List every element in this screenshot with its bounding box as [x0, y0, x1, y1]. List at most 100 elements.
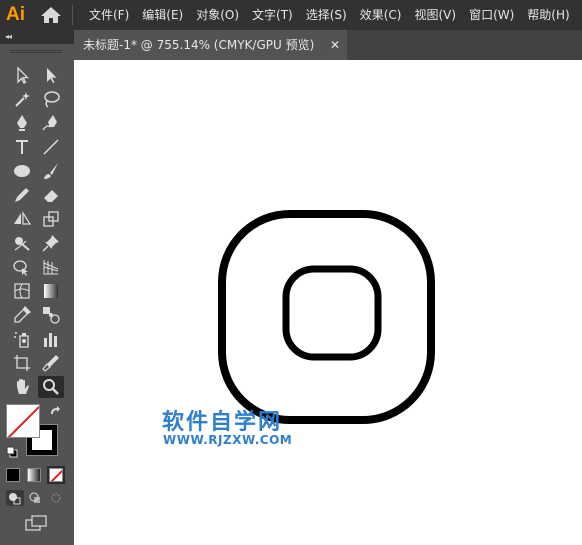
- menu-view[interactable]: 视图(V): [414, 0, 456, 30]
- draw-inside-icon: [51, 493, 61, 503]
- shaper-pencil-icon: [15, 188, 29, 202]
- tab-bar: 未标题-1* @ 755.14% (CMYK/GPU 预览) ✕: [74, 30, 582, 60]
- curvature-pen-icon: [42, 115, 57, 131]
- draw-normal-button[interactable]: [6, 490, 24, 506]
- artboard-icon: [14, 355, 30, 371]
- artwork: [218, 210, 435, 424]
- perspective-grid-tool[interactable]: [38, 256, 64, 278]
- mesh-icon: [14, 283, 30, 299]
- menu-window[interactable]: 窗口(W): [469, 0, 514, 30]
- direct-selection-tool[interactable]: [38, 64, 64, 86]
- selection-tool[interactable]: [9, 64, 35, 86]
- default-fill-stroke-icon[interactable]: [6, 446, 18, 458]
- slice-knife-icon: [42, 355, 59, 372]
- gradient-icon: [44, 284, 58, 298]
- hand-tool[interactable]: [9, 376, 35, 398]
- gradient-mode-button[interactable]: [27, 468, 41, 482]
- mesh-tool[interactable]: [9, 280, 35, 302]
- color-mode-button[interactable]: [6, 468, 20, 482]
- menu-select[interactable]: 选择(S): [306, 0, 347, 30]
- home-icon[interactable]: [40, 6, 62, 24]
- gradient-tool[interactable]: [38, 280, 64, 302]
- zoom-tool[interactable]: [38, 376, 64, 398]
- paintbrush-tool[interactable]: [38, 160, 64, 182]
- document-tab[interactable]: 未标题-1* @ 755.14% (CMYK/GPU 预览) ✕: [74, 30, 347, 60]
- menu-type[interactable]: 文字(T): [252, 0, 293, 30]
- swap-fill-stroke-icon[interactable]: [49, 405, 61, 417]
- close-tab-icon[interactable]: ✕: [330, 30, 340, 60]
- direct-selection-arrow-icon: [47, 68, 57, 83]
- scale-icon: [43, 211, 59, 227]
- shaper-tool[interactable]: [9, 184, 35, 206]
- eyedropper-tool[interactable]: [9, 304, 35, 326]
- menu-effect[interactable]: 效果(C): [360, 0, 402, 30]
- warp-tool[interactable]: [9, 232, 35, 254]
- watermark-title: 软件自学网: [162, 410, 283, 435]
- warp-icon: [14, 237, 30, 251]
- ellipse-tool[interactable]: [9, 160, 35, 182]
- outer-rounded-square[interactable]: [218, 210, 435, 424]
- magic-wand-tool[interactable]: [9, 88, 35, 110]
- reflect-icon: [14, 210, 32, 225]
- selection-arrow-icon: [17, 66, 30, 84]
- column-graph-icon: [44, 333, 57, 347]
- menu-object[interactable]: 对象(O): [196, 0, 239, 30]
- none-icon: [50, 469, 62, 481]
- lasso-icon: [44, 91, 60, 108]
- hand-icon: [17, 379, 29, 394]
- ellipse-icon: [14, 165, 30, 177]
- lasso-tool[interactable]: [38, 88, 64, 110]
- menu-help[interactable]: 帮助(H): [527, 0, 569, 30]
- eraser-tool[interactable]: [38, 184, 64, 206]
- pen-nib-icon: [17, 115, 27, 131]
- pen-tool[interactable]: [9, 112, 35, 134]
- line-segment-icon: [43, 139, 59, 155]
- shape-builder-tool[interactable]: [9, 256, 35, 278]
- reflect-tool[interactable]: [9, 208, 35, 230]
- screen-mode-button[interactable]: [24, 514, 50, 532]
- shape-builder-icon: [13, 260, 28, 276]
- column-graph-tool[interactable]: [38, 328, 64, 350]
- symbol-sprayer-tool[interactable]: [9, 328, 35, 350]
- none-slash-icon: [7, 405, 39, 437]
- draw-normal-icon: [9, 493, 21, 505]
- curvature-tool[interactable]: [38, 112, 64, 134]
- panel-grip[interactable]: [10, 50, 62, 53]
- slice-tool[interactable]: [38, 352, 64, 374]
- document-tab-title: 未标题-1* @ 755.14% (CMYK/GPU 预览): [83, 38, 315, 52]
- artboard-canvas[interactable]: 软件自学网 WWW.RJZXW.COM: [74, 60, 582, 545]
- draw-inside-button[interactable]: [47, 490, 65, 506]
- pin-icon: [42, 235, 59, 252]
- magic-wand-icon: [15, 92, 30, 107]
- collapse-panel-icon[interactable]: ◂◂: [5, 30, 12, 44]
- artboard-tool[interactable]: [9, 352, 35, 374]
- inner-rounded-square[interactable]: [282, 265, 382, 361]
- scale-tool[interactable]: [38, 208, 64, 230]
- menu-file[interactable]: 文件(F): [89, 0, 129, 30]
- screen-mode-icon: [25, 515, 47, 531]
- type-t-icon: [16, 140, 28, 154]
- puppet-warp-tool[interactable]: [38, 232, 64, 254]
- menu-items: 文件(F) 编辑(E) 对象(O) 文字(T) 选择(S) 效果(C) 视图(V…: [89, 0, 582, 30]
- eraser-icon: [44, 190, 58, 202]
- toolbar-header: ◂◂: [0, 30, 74, 44]
- app-logo: Ai: [6, 4, 25, 25]
- paintbrush-icon: [44, 163, 58, 179]
- zoom-magnifier-icon: [43, 379, 59, 395]
- fill-swatch[interactable]: [6, 404, 40, 438]
- menu-edit[interactable]: 编辑(E): [142, 0, 183, 30]
- blend-icon: [43, 307, 60, 324]
- line-segment-tool[interactable]: [38, 136, 64, 158]
- menu-bar: Ai 文件(F) 编辑(E) 对象(O) 文字(T) 选择(S) 效果(C) 视…: [0, 0, 582, 30]
- type-tool[interactable]: [9, 136, 35, 158]
- watermark: 软件自学网 WWW.RJZXW.COM: [162, 404, 312, 449]
- none-mode-button[interactable]: [47, 466, 65, 484]
- perspective-grid-icon: [43, 260, 59, 275]
- draw-behind-icon: [29, 492, 40, 503]
- fill-stroke-control: [6, 404, 61, 464]
- watermark-url: WWW.RJZXW.COM: [163, 433, 293, 447]
- symbol-sprayer-icon: [14, 332, 29, 348]
- draw-behind-button[interactable]: [27, 490, 45, 506]
- blend-tool[interactable]: [38, 304, 64, 326]
- eyedropper-icon: [14, 305, 32, 323]
